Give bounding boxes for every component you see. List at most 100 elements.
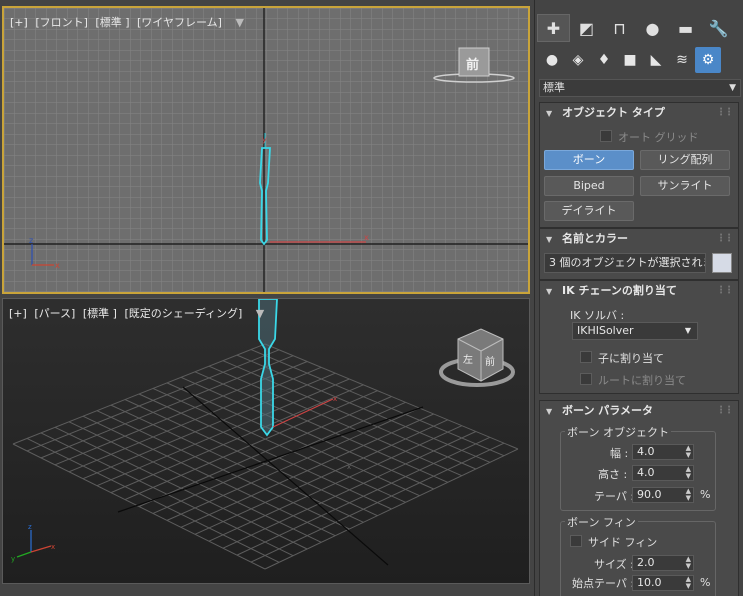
collapse-icon: ▼ <box>546 109 553 118</box>
object-type-header[interactable]: ▼ オブジェクト タイプ ⋮⋮ <box>540 103 738 123</box>
create-icon[interactable]: ✚ <box>537 14 570 42</box>
object-color-swatch[interactable] <box>712 253 732 273</box>
bones-button[interactable]: ボーン <box>544 150 634 170</box>
start-taper-spinner[interactable]: 10.0 ▲ ▼ <box>632 575 694 591</box>
ik-solver-dropdown[interactable]: IKHISolver ▼ <box>572 322 698 340</box>
viewport-view-menu[interactable]: [パース] <box>34 307 75 320</box>
width-spinner[interactable]: 4.0 ▲ ▼ <box>632 444 694 460</box>
spinner-arrows-icon[interactable]: ▲ ▼ <box>686 488 691 502</box>
shapes-icon[interactable]: ◈ <box>565 47 591 73</box>
spinner-arrows-icon[interactable]: ▲ ▼ <box>686 556 691 570</box>
category-dropdown[interactable]: 標準 ▼ <box>539 79 741 97</box>
perspective-viewport-label[interactable]: [+] [パース] [標準 ] [既定のシェーディング] ▼ <box>9 305 268 321</box>
systems-icon[interactable]: ⚙ <box>695 47 721 73</box>
bone-object-group-title: ボーン オブジェクト <box>565 424 671 440</box>
taper-spinner[interactable]: 90.0 ▲ ▼ <box>632 487 694 503</box>
spinner-arrows-icon[interactable]: ▲ ▼ <box>686 445 691 459</box>
side-fins-checkbox[interactable] <box>570 535 582 547</box>
display-icon[interactable]: ▬ <box>669 14 702 42</box>
filter-icon[interactable]: ▼ <box>256 307 264 320</box>
perspective-grid: x x z x y <box>11 299 519 570</box>
svg-text:y: y <box>262 135 267 144</box>
helpers-icon[interactable]: ◣ <box>643 47 669 73</box>
viewport-shading-level[interactable]: [標準 ] <box>95 16 129 29</box>
daylight-button[interactable]: デイライト <box>544 201 634 221</box>
autogrid-label: オート グリッド <box>618 131 699 144</box>
ring-array-button[interactable]: リング配列 <box>640 150 730 170</box>
create-subtabs: ● ◈ ♦ ■ ◣ ≋ ⚙ <box>539 47 721 73</box>
modify-icon[interactable]: ◩ <box>570 14 603 42</box>
assign-root-checkbox[interactable] <box>580 373 592 385</box>
command-panel-tabs: ✚ ◩ ⊓ ● ▬ 🔧 <box>537 14 742 42</box>
spinner-arrows-icon[interactable]: ▲ ▼ <box>686 466 691 480</box>
utilities-icon[interactable]: 🔧 <box>702 14 735 42</box>
size-spinner[interactable]: 2.0 ▲ ▼ <box>632 555 694 571</box>
grid-line <box>236 354 491 463</box>
viewcube-left[interactable]: 左 <box>463 351 473 366</box>
grid-line <box>236 436 491 556</box>
name-color-rollout: ▼ 名前とカラー ⋮⋮ 3 個のオブジェクトが選択されました <box>539 228 739 280</box>
viewport-plus-menu[interactable]: [+] <box>9 307 27 320</box>
viewport-shading-level[interactable]: [標準 ] <box>83 307 117 320</box>
ik-solver-label: IK ソルバ : <box>570 309 625 322</box>
ik-solver-value: IKHISolver <box>577 324 634 337</box>
viewport-render-mode[interactable]: [既定のシェーディング] <box>124 307 242 320</box>
bone-fins-group-title: ボーン フィン <box>565 514 638 530</box>
svg-text:z: z <box>29 236 33 245</box>
grid-line <box>166 407 420 521</box>
viewport-render-mode[interactable]: [ワイヤフレーム] <box>137 16 222 29</box>
assign-children-checkbox[interactable] <box>580 351 592 363</box>
viewport-plus-menu[interactable]: [+] <box>10 16 28 29</box>
svg-text:y: y <box>11 555 15 563</box>
spinner-arrows-icon[interactable]: ▲ ▼ <box>686 576 691 590</box>
ik-chain-header[interactable]: ▼ IK チェーンの割り当て ⋮⋮ <box>540 281 738 301</box>
viewcube-front[interactable]: 前 <box>466 54 479 73</box>
grip-icon: ⋮⋮ <box>716 233 734 244</box>
collapse-icon: ▼ <box>546 407 553 416</box>
object-name-field[interactable]: 3 個のオブジェクトが選択されました <box>544 253 706 273</box>
svg-text:x: x <box>364 233 369 242</box>
start-taper-value: 10.0 <box>637 576 662 589</box>
grid-line <box>152 387 406 503</box>
bone-parameters-title: ボーン パラメータ <box>562 404 653 417</box>
svg-text:x: x <box>51 543 55 551</box>
collapse-icon: ▼ <box>546 235 553 244</box>
spacewarps-icon[interactable]: ≋ <box>669 47 695 73</box>
taper-label: テーパ : <box>594 490 635 503</box>
geometry-icon[interactable]: ● <box>539 47 565 73</box>
perspective-viewport[interactable]: [+] [パース] [標準 ] [既定のシェーディング] ▼ x x z x y <box>2 298 530 584</box>
start-taper-percent: % <box>700 576 711 589</box>
object-type-title: オブジェクト タイプ <box>562 106 665 119</box>
biped-button[interactable]: Biped <box>544 176 634 196</box>
cameras-icon[interactable]: ■ <box>617 47 643 73</box>
viewcube-front[interactable]: 前 <box>485 353 495 368</box>
autogrid-checkbox[interactable] <box>600 130 612 142</box>
sunlight-button[interactable]: サンライト <box>640 176 730 196</box>
grid-line <box>264 448 519 570</box>
hierarchy-icon[interactable]: ⊓ <box>603 14 636 42</box>
viewport-view-menu[interactable]: [フロント] <box>35 16 88 29</box>
app-root: [+] [フロント] [標準 ] [ワイヤフレーム] ▼ y x z x 前 [… <box>0 0 743 596</box>
size-value: 2.0 <box>637 556 655 569</box>
motion-icon[interactable]: ● <box>636 14 669 42</box>
front-grid: y x z x <box>4 8 528 292</box>
assign-root-label: ルートに割り当て <box>598 374 686 387</box>
ik-chain-rollout: ▼ IK チェーンの割り当て ⋮⋮ IK ソルバ : IKHISolver ▼ … <box>539 280 739 394</box>
filter-icon[interactable]: ▼ <box>235 16 243 29</box>
name-color-title: 名前とカラー <box>562 232 628 245</box>
name-color-header[interactable]: ▼ 名前とカラー ⋮⋮ <box>540 229 738 249</box>
grid-line <box>180 376 434 490</box>
side-fins-label: サイド フィン <box>588 536 658 549</box>
start-taper-label: 始点テーパ : <box>572 577 635 590</box>
object-type-rollout: ▼ オブジェクト タイプ ⋮⋮ オート グリッド ボーン リング配列 Biped… <box>539 102 739 228</box>
front-viewport[interactable]: [+] [フロント] [標準 ] [ワイヤフレーム] ▼ y x z x 前 <box>2 6 530 294</box>
height-spinner[interactable]: 4.0 ▲ ▼ <box>632 465 694 481</box>
lights-icon[interactable]: ♦ <box>591 47 617 73</box>
size-label: サイズ : <box>594 558 634 571</box>
svg-text:x: x <box>347 463 351 471</box>
bone-parameters-header[interactable]: ▼ ボーン パラメータ ⋮⋮ <box>540 401 738 421</box>
front-viewport-label[interactable]: [+] [フロント] [標準 ] [ワイヤフレーム] ▼ <box>10 14 248 30</box>
taper-percent: % <box>700 488 711 501</box>
svg-text:x: x <box>55 261 60 270</box>
grid-line <box>180 413 434 528</box>
